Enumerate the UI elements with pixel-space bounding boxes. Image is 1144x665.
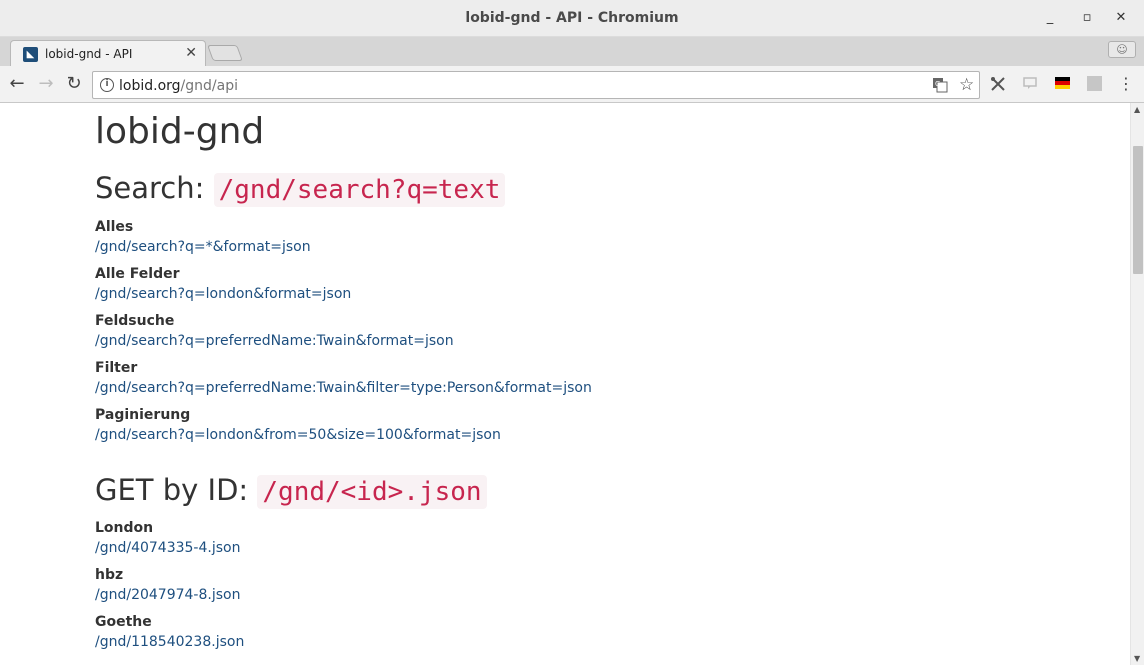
- reload-button[interactable]: ↻: [63, 73, 85, 95]
- example-label-filter: Filter: [95, 360, 138, 376]
- example-label-alle-felder: Alle Felder: [95, 266, 180, 282]
- browser-toolbar: ← → ↻ i lobid.org/gnd/api G ☆ ⋮: [0, 66, 1144, 103]
- search-heading-label: Search:: [95, 171, 214, 205]
- vertical-scrollbar[interactable]: ▲ ▼: [1130, 103, 1144, 665]
- tab-strip: ◣ lobid-gnd - API ✕ ☺: [0, 37, 1144, 66]
- url-host: lobid.org: [119, 78, 181, 94]
- minimize-button[interactable]: _: [1041, 9, 1059, 27]
- example-label-alles: Alles: [95, 219, 134, 235]
- example-link-paginierung[interactable]: /gnd/search?q=london&from=50&size=100&fo…: [95, 427, 501, 443]
- scroll-down-arrow-icon[interactable]: ▼: [1134, 654, 1140, 663]
- page-content: lobid-gnd Search: /gnd/search?q=text All…: [0, 103, 1130, 665]
- site-info-icon[interactable]: i: [100, 78, 114, 92]
- tab-title: lobid-gnd - API: [45, 47, 133, 61]
- example-link-goethe[interactable]: /gnd/118540238.json: [95, 634, 244, 650]
- profile-icon[interactable]: ☺: [1108, 41, 1136, 58]
- svg-text:G: G: [935, 80, 940, 88]
- example-link-alle-felder[interactable]: /gnd/search?q=london&format=json: [95, 286, 351, 302]
- example-label-goethe: Goethe: [95, 614, 152, 630]
- flag-stripe-gold: [1055, 85, 1070, 89]
- scroll-up-arrow-icon[interactable]: ▲: [1134, 105, 1140, 114]
- close-window-button[interactable]: ✕: [1112, 9, 1130, 27]
- cast-icon[interactable]: [1021, 75, 1039, 93]
- example-link-feldsuche[interactable]: /gnd/search?q=preferredName:Twain&format…: [95, 333, 454, 349]
- url-text[interactable]: lobid.org/gnd/api: [119, 78, 238, 94]
- extension-tools-icon[interactable]: [989, 75, 1007, 93]
- lobid-favicon-icon: ◣: [23, 47, 38, 62]
- extension-placeholder-icon[interactable]: [1087, 76, 1102, 91]
- tab-close-icon[interactable]: ✕: [185, 45, 197, 61]
- tab-lobid-gnd-api[interactable]: ◣ lobid-gnd - API ✕: [10, 40, 206, 66]
- example-link-filter[interactable]: /gnd/search?q=preferredName:Twain&filter…: [95, 380, 592, 396]
- scrollbar-thumb[interactable]: [1133, 146, 1143, 274]
- example-link-london[interactable]: /gnd/4074335-4.json: [95, 540, 240, 556]
- get-heading-code: /gnd/<id>.json: [257, 475, 487, 509]
- example-link-hbz[interactable]: /gnd/2047974-8.json: [95, 587, 240, 603]
- get-heading-label: GET by ID:: [95, 473, 258, 507]
- example-label-london: London: [95, 520, 154, 536]
- back-button[interactable]: ←: [6, 73, 28, 95]
- forward-button[interactable]: →: [35, 73, 57, 95]
- german-flag-icon[interactable]: [1055, 77, 1070, 89]
- page-title: lobid-gnd: [95, 111, 265, 152]
- maximize-button[interactable]: ▫: [1078, 9, 1096, 27]
- bookmark-star-icon[interactable]: ☆: [959, 75, 974, 95]
- url-path: /gnd/api: [180, 78, 238, 94]
- address-bar[interactable]: i lobid.org/gnd/api G ☆: [92, 71, 980, 99]
- new-tab-button[interactable]: [207, 45, 243, 61]
- example-label-paginierung: Paginierung: [95, 407, 191, 423]
- window-titlebar: lobid-gnd - API - Chromium _ ▫ ✕: [0, 0, 1144, 37]
- example-label-feldsuche: Feldsuche: [95, 313, 175, 329]
- window-title: lobid-gnd - API - Chromium: [465, 10, 679, 26]
- example-label-hbz: hbz: [95, 567, 124, 583]
- translate-icon[interactable]: G: [932, 77, 948, 97]
- search-heading-code: /gnd/search?q=text: [213, 173, 506, 207]
- menu-icon[interactable]: ⋮: [1118, 74, 1134, 93]
- search-heading: Search: /gnd/search?q=text: [95, 171, 506, 207]
- get-by-id-heading: GET by ID: /gnd/<id>.json: [95, 473, 487, 509]
- example-link-alles[interactable]: /gnd/search?q=*&format=json: [95, 239, 311, 255]
